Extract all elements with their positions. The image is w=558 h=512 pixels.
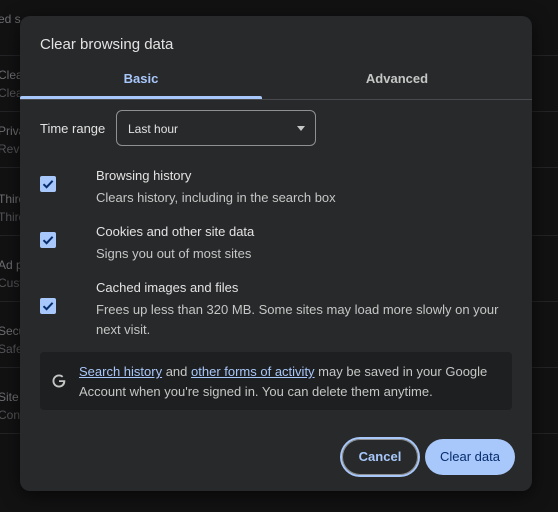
- tab-advanced[interactable]: Advanced: [276, 64, 518, 99]
- bg-divider: [530, 246, 558, 302]
- time-range-select[interactable]: Last hour: [116, 110, 316, 146]
- tab-selected-indicator: [20, 96, 262, 99]
- bg-row-text: ed s: [0, 12, 21, 26]
- bg-right-column: [530, 0, 558, 512]
- option-title: Cookies and other site data: [96, 224, 255, 239]
- browsing-history-checkbox[interactable]: [40, 176, 56, 192]
- bg-divider: [530, 312, 558, 368]
- time-range-value: Last hour: [128, 122, 179, 136]
- clear-data-button[interactable]: Clear data: [425, 439, 515, 475]
- info-text-part: and: [162, 364, 192, 379]
- option-description: Signs you out of most sites: [96, 246, 252, 261]
- tab-bar: Basic Advanced: [20, 64, 532, 100]
- option-description: Clears history, including in the search …: [96, 190, 336, 205]
- bg-divider: [530, 56, 558, 112]
- google-account-info-box: Search history and other forms of activi…: [40, 352, 512, 410]
- tab-basic[interactable]: Basic: [20, 64, 262, 99]
- time-range-label: Time range: [40, 121, 106, 136]
- option-title: Cached images and files: [96, 280, 239, 295]
- dropdown-arrow-icon: [297, 126, 305, 131]
- cookies-checkbox[interactable]: [40, 232, 56, 248]
- option-description: Frees up less than 320 MB. Some sites ma…: [96, 302, 499, 337]
- cancel-button[interactable]: Cancel: [342, 439, 418, 475]
- bg-divider: [530, 180, 558, 236]
- checkmark-icon: [42, 302, 54, 311]
- bg-divider: [530, 112, 558, 168]
- google-g-icon: [52, 374, 66, 388]
- clear-browsing-data-dialog: Clear browsing data Basic Advanced Time …: [20, 16, 532, 491]
- dialog-title: Clear browsing data: [40, 36, 174, 53]
- checkmark-icon: [42, 180, 54, 189]
- cached-images-checkbox[interactable]: [40, 298, 56, 314]
- bg-divider: [530, 378, 558, 434]
- option-title: Browsing history: [96, 168, 192, 183]
- bg-divider: [530, 0, 558, 56]
- info-text: Search history and other forms of activi…: [79, 362, 504, 402]
- checkmark-icon: [42, 236, 54, 245]
- search-history-link[interactable]: Search history: [79, 364, 162, 379]
- other-activity-link[interactable]: other forms of activity: [191, 364, 315, 379]
